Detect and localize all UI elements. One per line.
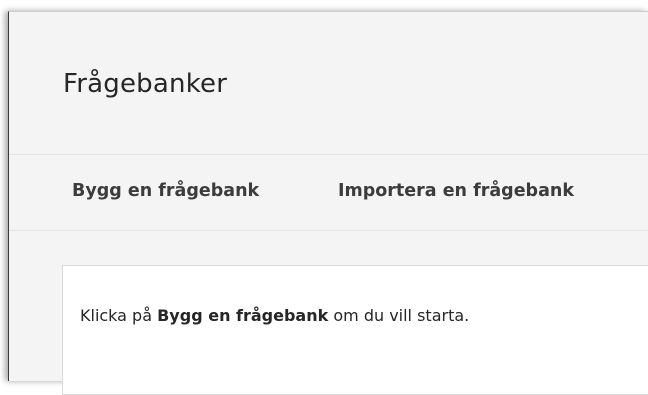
action-bar: Bygg en frågebank Importera en frågebank [9, 154, 648, 231]
empty-state-message: Klicka på Bygg en frågebank om du vill s… [80, 306, 469, 325]
message-prefix: Klicka på [80, 306, 158, 325]
question-banks-panel: Frågebanker Bygg en frågebank Importera … [8, 11, 648, 395]
message-suffix: om du vill starta. [328, 306, 470, 325]
screenshot-frame: Frågebanker Bygg en frågebank Importera … [0, 0, 648, 395]
import-question-bank-link[interactable]: Importera en frågebank [338, 181, 574, 201]
page-title: Frågebanker [63, 69, 228, 99]
message-bold-link-text: Bygg en frågebank [157, 306, 329, 325]
empty-state-card: Klicka på Bygg en frågebank om du vill s… [62, 265, 648, 395]
build-question-bank-link[interactable]: Bygg en frågebank [72, 181, 259, 201]
page-header: Frågebanker [9, 12, 648, 155]
